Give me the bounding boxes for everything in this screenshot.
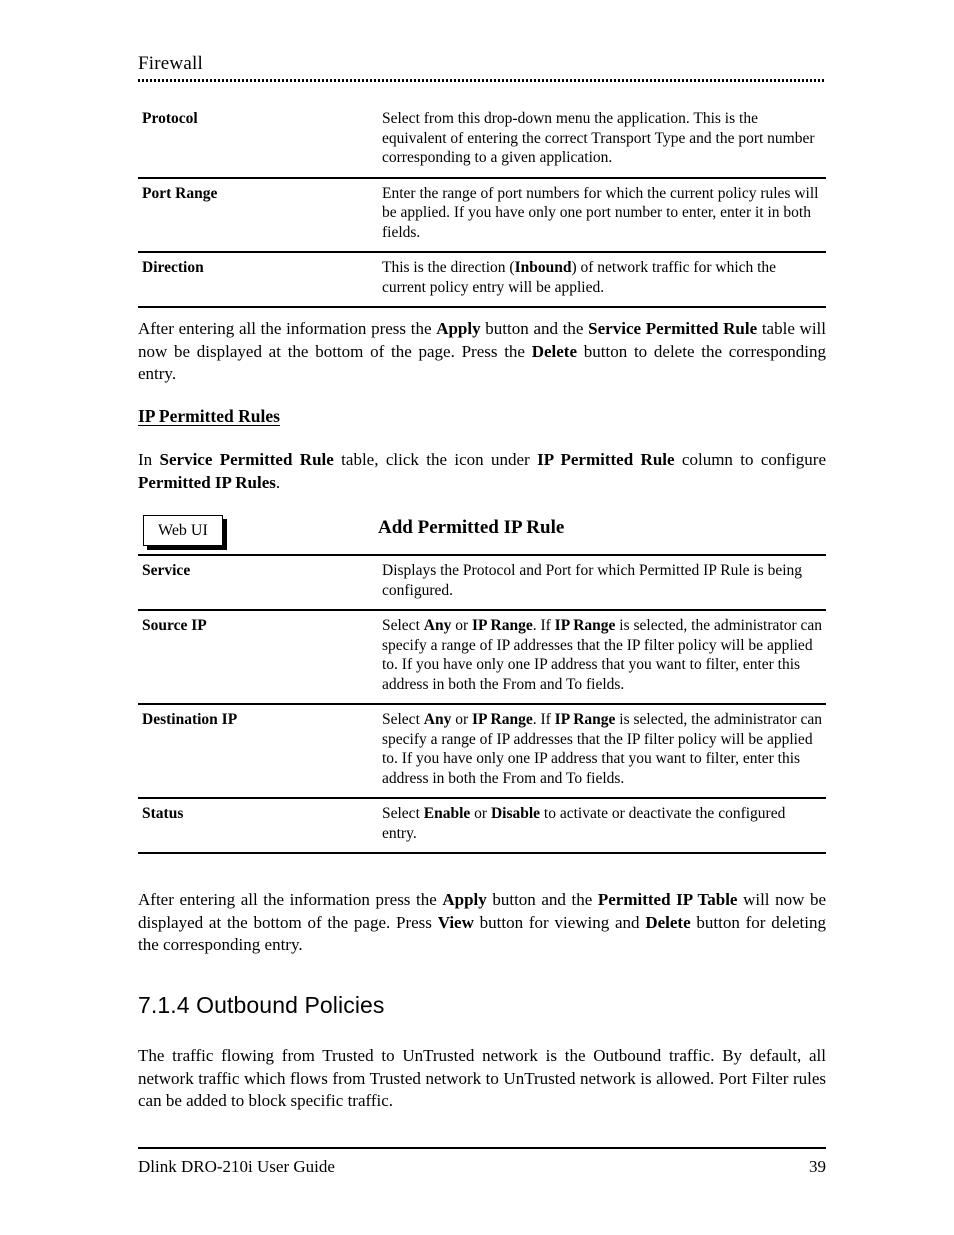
- field-term: Service: [138, 554, 382, 611]
- table-row: Status Select Enable or Disable to activa…: [138, 798, 826, 854]
- field-description: Select from this drop-down menu the appl…: [382, 104, 826, 179]
- field-term: Status: [138, 798, 382, 854]
- field-term: Direction: [138, 252, 382, 308]
- field-term: Source IP: [138, 610, 382, 705]
- page-header: Firewall: [138, 52, 826, 82]
- web-ui-badge: Web UI: [143, 515, 223, 546]
- table-row: Destination IP Select Any or IP Range. If…: [138, 704, 826, 799]
- inbound-field-table: Protocol Select from this drop-down menu …: [138, 104, 826, 308]
- table-row: Protocol Select from this drop-down menu …: [138, 104, 826, 179]
- page-footer: Dlink DRO-210i User Guide 39: [138, 1147, 826, 1177]
- table-row: Source IP Select Any or IP Range. If IP R…: [138, 610, 826, 705]
- field-description: Select Enable or Disable to activate or …: [382, 798, 826, 854]
- web-ui-callout-row: Web UI Add Permitted IP Rule: [138, 512, 826, 554]
- permitted-ip-field-table-body: Service Displays the Protocol and Port fo…: [138, 554, 826, 854]
- field-description: This is the direction (Inbound) of netwo…: [382, 252, 826, 308]
- field-term: Port Range: [138, 177, 382, 253]
- field-term: Destination IP: [138, 704, 382, 799]
- ip-permitted-rules-subheading: IP Permitted Rules: [138, 406, 280, 426]
- permitted-ip-field-table: Service Displays the Protocol and Port fo…: [138, 554, 826, 854]
- footer-divider: [138, 1147, 826, 1149]
- configure-permitted-ip-paragraph: In Service Permitted Rule table, click t…: [138, 450, 827, 492]
- footer-line: Dlink DRO-210i User Guide 39: [138, 1156, 826, 1177]
- field-description: Select Any or IP Range. If IP Range is s…: [382, 610, 826, 705]
- table-row: Port Range Enter the range of port number…: [138, 177, 826, 253]
- field-description: Enter the range of port numbers for whic…: [382, 177, 826, 253]
- table-row: Direction This is the direction (Inbound)…: [138, 252, 826, 308]
- field-description: Select Any or IP Range. If IP Range is s…: [382, 704, 826, 799]
- inbound-field-table-body: Protocol Select from this drop-down menu …: [138, 104, 826, 308]
- outbound-traffic-paragraph: The traffic flowing from Trusted to UnTr…: [138, 1046, 826, 1110]
- header-title: Firewall: [138, 53, 203, 74]
- section-heading-outbound-policies: 7.1.4 Outbound Policies: [138, 992, 385, 1018]
- field-description: Displays the Protocol and Port for which…: [382, 554, 826, 611]
- field-term: Protocol: [138, 104, 382, 179]
- add-permitted-ip-rule-title: Add Permitted IP Rule: [378, 517, 565, 538]
- document-page: Firewall Protocol Select from this drop-d…: [138, 0, 826, 1235]
- permitted-ip-table-paragraph: After entering all the information press…: [138, 890, 826, 954]
- header-divider: [138, 79, 826, 82]
- footer-guide-title: Dlink DRO-210i User Guide: [138, 1157, 335, 1176]
- apply-delete-paragraph: After entering all the information press…: [138, 319, 827, 383]
- footer-page-number: 39: [809, 1157, 826, 1176]
- table-row: Service Displays the Protocol and Port fo…: [138, 554, 826, 611]
